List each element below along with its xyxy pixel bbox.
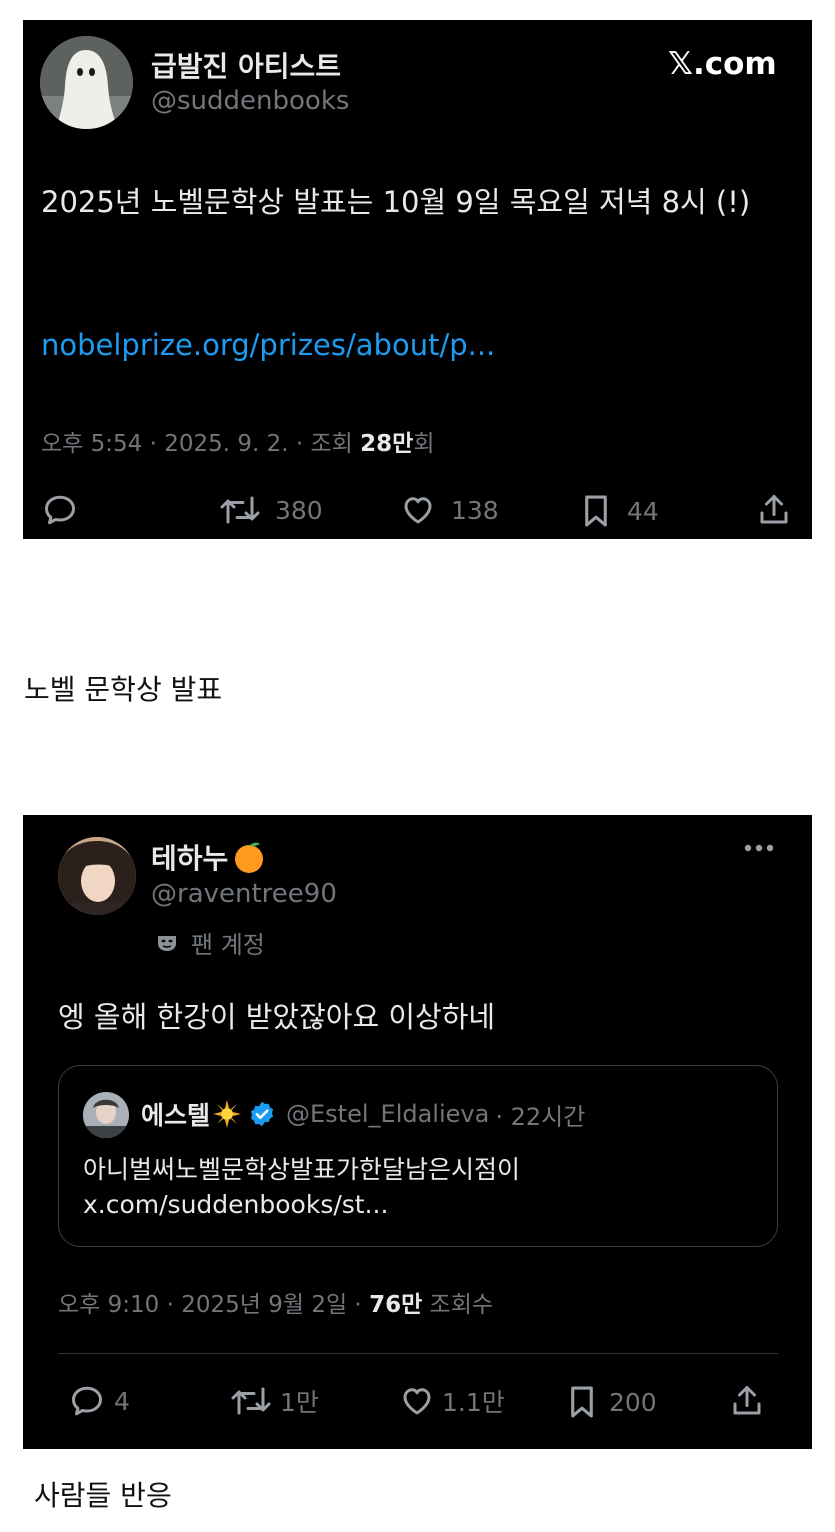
caption-announcement: 노벨 문학상 발표	[24, 673, 223, 706]
timestamp: 오후 9:10 · 2025년 9월 2일 ·	[58, 1292, 370, 1318]
share-icon	[733, 1386, 761, 1415]
like-count: 138	[451, 495, 499, 525]
share-button[interactable]	[756, 492, 792, 528]
quote-avatar	[83, 1092, 129, 1138]
retweet-icon	[220, 496, 260, 524]
retweet-button[interactable]: 380	[219, 492, 323, 528]
like-count: 1.1만	[442, 1388, 505, 1417]
reply-icon	[72, 1386, 102, 1416]
reply-button[interactable]: 4	[68, 1383, 130, 1419]
sun-emoji-icon	[213, 1100, 242, 1128]
orange-emoji-icon	[235, 842, 264, 873]
more-options-button[interactable]	[743, 843, 775, 853]
display-name-text: 테하누	[151, 842, 229, 875]
display-name[interactable]: 테하누	[151, 837, 266, 877]
view-count: 28만	[360, 431, 414, 457]
verified-badge-icon	[250, 1101, 274, 1127]
timestamp: 오후 5:54 · 2025. 9. 2. · 조회	[41, 431, 361, 457]
bookmark-button[interactable]: 44	[579, 492, 659, 530]
divider	[58, 1353, 778, 1354]
quote-text: 아니벌써노벨문학상발표가한달남은시점이	[83, 1155, 521, 1184]
share-button[interactable]	[729, 1383, 765, 1419]
tweet-card-original: 급발진 아티스트 @suddenbooks 𝕏.com 2025년 노벨문학상 …	[23, 20, 812, 539]
tweet-meta: 오후 9:10 · 2025년 9월 2일 · 76만 조회수	[58, 1285, 493, 1319]
share-icon	[760, 495, 788, 524]
bookmark-count: 200	[609, 1387, 657, 1417]
avatar[interactable]	[58, 837, 136, 915]
user-handle[interactable]: @raventree90	[151, 879, 337, 909]
view-count: 76만	[369, 1292, 423, 1318]
view-suffix: 조회수	[422, 1292, 494, 1318]
quote-link: x.com/suddenbooks/st...	[83, 1190, 389, 1219]
quote-avatar-image	[83, 1092, 129, 1138]
user-handle[interactable]: @suddenbooks	[151, 86, 349, 116]
heart-icon	[403, 1388, 431, 1415]
tweet-link[interactable]: nobelprize.org/prizes/about/p...	[41, 328, 495, 362]
user-avatar-image	[58, 837, 136, 915]
retweet-count: 1만	[280, 1388, 319, 1417]
bookmark-icon	[571, 1386, 593, 1418]
caption-reaction: 사람들 반응	[34, 1479, 172, 1512]
quote-tweet[interactable]: 에스텔 @Estel_Eldalieva · 22시간 아니벌써노벨문학상발표가…	[58, 1065, 778, 1247]
retweet-button[interactable]: 1만	[230, 1383, 319, 1419]
reply-button[interactable]	[41, 492, 79, 528]
avatar[interactable]	[40, 36, 133, 129]
display-name[interactable]: 급발진 아티스트	[151, 45, 341, 85]
reply-count: 4	[114, 1386, 130, 1416]
heart-icon	[404, 497, 432, 524]
bookmark-count: 44	[627, 496, 659, 526]
quote-handle: @Estel_Eldalieva	[286, 1100, 490, 1128]
like-button[interactable]: 138	[399, 492, 499, 528]
x-com-brand: 𝕏.com	[668, 46, 777, 82]
tweet-text: 2025년 노벨문학상 발표는 10월 9일 목요일 저녁 8시 (!)	[41, 185, 751, 219]
reply-icon	[45, 495, 75, 525]
retweet-count: 380	[275, 495, 323, 525]
account-label: 팬 계정	[155, 925, 265, 960]
quote-display-name: 에스텔	[141, 1101, 211, 1130]
mask-icon	[158, 935, 176, 951]
quote-header: 에스텔 @Estel_Eldalieva · 22시간	[141, 1096, 585, 1132]
bookmark-icon	[585, 495, 607, 527]
like-button[interactable]: 1.1만	[398, 1383, 505, 1419]
tweet-meta: 오후 5:54 · 2025. 9. 2. · 조회 28만회	[41, 424, 434, 458]
tweet-card-reply: 테하누 @raventree90 팬 계정 엥 올해 한강이 받았잖아요 이상하…	[23, 815, 812, 1449]
account-label-text: 팬 계정	[191, 931, 265, 959]
more-icon	[744, 844, 774, 852]
bookmark-button[interactable]: 200	[565, 1383, 657, 1421]
tweet-text: 엥 올해 한강이 받았잖아요 이상하네	[58, 1000, 496, 1034]
quote-time: · 22시간	[495, 1102, 586, 1131]
retweet-icon	[231, 1387, 271, 1415]
view-suffix: 회	[413, 431, 435, 457]
ghost-avatar-image	[40, 36, 133, 129]
